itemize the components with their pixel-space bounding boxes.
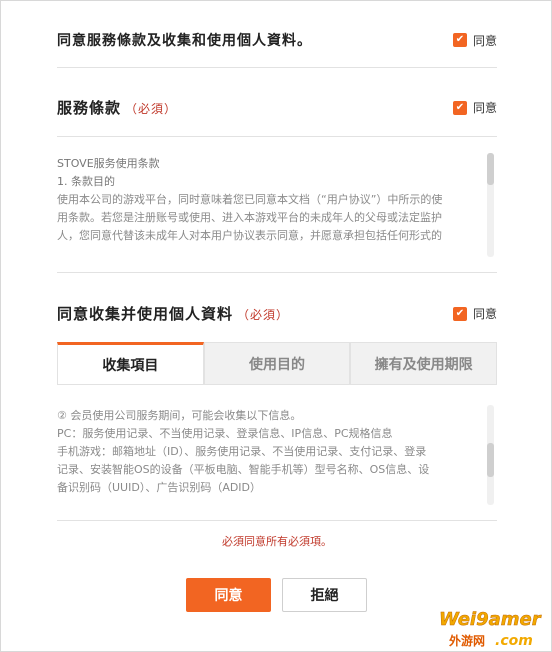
divider xyxy=(57,136,497,137)
agree-all-label: 同意服務條款及收集和使用個人資料。 xyxy=(57,33,312,49)
divider xyxy=(57,67,497,68)
privacy-agree-checkbox-label: 同意 xyxy=(472,307,497,321)
terms-doc-title: STOVE服务使用条款 xyxy=(57,157,160,170)
terms-agree-checkbox-label: 同意 xyxy=(472,101,497,115)
svg-text:.com: .com xyxy=(495,633,533,649)
agree-button[interactable]: 同意 xyxy=(186,578,271,612)
agree-all-row: 同意服務條款及收集和使用個人資料。 ✔ 同意 xyxy=(57,30,497,50)
terms-scroll-area[interactable]: STOVE服务使用条款 1. 条款目的 使用本公司的游戏平台，同时意味着您已同意… xyxy=(57,155,477,255)
privacy-title: 同意收集并使用個人資料 （必須） xyxy=(57,303,289,324)
terms-scrollbar-thumb[interactable] xyxy=(487,153,494,185)
privacy-scrollbar[interactable] xyxy=(487,405,494,505)
terms-body-line: 人，您同意代替该未成年人对本用户协议表示同意，并愿意承担包括任何形式的 xyxy=(57,229,442,242)
privacy-tabs: 收集項目 使用目的 擁有及使用期限 xyxy=(57,342,498,385)
privacy-title-text: 同意收集并使用個人資料 xyxy=(57,305,234,323)
svg-text:Wei9amer: Wei9amer xyxy=(439,609,542,630)
tab-usage-purpose[interactable]: 使用目的 xyxy=(203,342,351,384)
reject-button[interactable]: 拒絕 xyxy=(282,578,367,612)
error-message: 必須同意所有必須項。 xyxy=(222,535,332,548)
required-tag: （必須） xyxy=(237,308,290,322)
terms-title: 服務條款 （必須） xyxy=(57,97,177,118)
privacy-agree-checkbox[interactable]: ✔ 同意 xyxy=(452,305,497,322)
svg-text:外游网: 外游网 xyxy=(449,633,485,648)
privacy-scroll-area[interactable]: ② 会员使用公司服务期间，可能会收集以下信息。 PC：服务使用记录、不当使用记录… xyxy=(57,407,477,503)
tab-retention-period[interactable]: 擁有及使用期限 xyxy=(350,342,498,384)
privacy-body-line: 手机游戏：邮箱地址（ID）、服务使用记录、不当使用记录、支付记录、登录 xyxy=(57,445,427,458)
terms-agree-checkbox[interactable]: ✔ 同意 xyxy=(452,99,497,116)
terms-body-line: 使用本公司的游戏平台，同时意味着您已同意本文档（“用户协议”）中所示的使 xyxy=(57,193,443,206)
terms-body-line: 用条款。若您是注册账号或使用、进入本游戏平台的未成年人的父母或法定监护 xyxy=(57,211,442,224)
required-tag: （必須） xyxy=(125,102,178,116)
terms-title-text: 服務條款 xyxy=(57,99,122,117)
privacy-body-line: 备识别码（UUID）、广告识别码（ADID） xyxy=(57,481,262,494)
terms-scrollbar[interactable] xyxy=(487,153,494,257)
privacy-header: 同意收集并使用個人資料 （必須） ✔ 同意 xyxy=(57,303,497,324)
privacy-scrollbar-thumb[interactable] xyxy=(487,443,494,477)
divider xyxy=(57,272,497,273)
checkmark-icon: ✔ xyxy=(452,100,467,115)
terms-header: 服務條款 （必須） ✔ 同意 xyxy=(57,97,497,118)
divider xyxy=(57,520,497,521)
agree-all-checkbox-label: 同意 xyxy=(472,33,497,48)
terms-section-title: 1. 条款目的 xyxy=(57,175,115,188)
tab-collection-items[interactable]: 收集項目 xyxy=(57,342,204,384)
checkmark-icon: ✔ xyxy=(452,306,467,321)
privacy-body-line: 记录、安装智能OS的设备（平板电脑、智能手机等）型号名称、OS信息、设 xyxy=(57,463,430,476)
privacy-body-line: PC：服务使用记录、不当使用记录、登录信息、IP信息、PC规格信息 xyxy=(57,427,393,440)
privacy-body-line: ② 会员使用公司服务期间，可能会收集以下信息。 xyxy=(57,409,302,422)
consent-dialog: 同意服務條款及收集和使用個人資料。 ✔ 同意 服務條款 （必須） ✔ 同意 STO… xyxy=(0,0,552,652)
agree-all-checkbox[interactable]: ✔ 同意 xyxy=(452,32,497,49)
site-watermark-logo: Wei9amer 外游网 .com xyxy=(439,609,542,649)
checkmark-icon: ✔ xyxy=(452,33,467,47)
